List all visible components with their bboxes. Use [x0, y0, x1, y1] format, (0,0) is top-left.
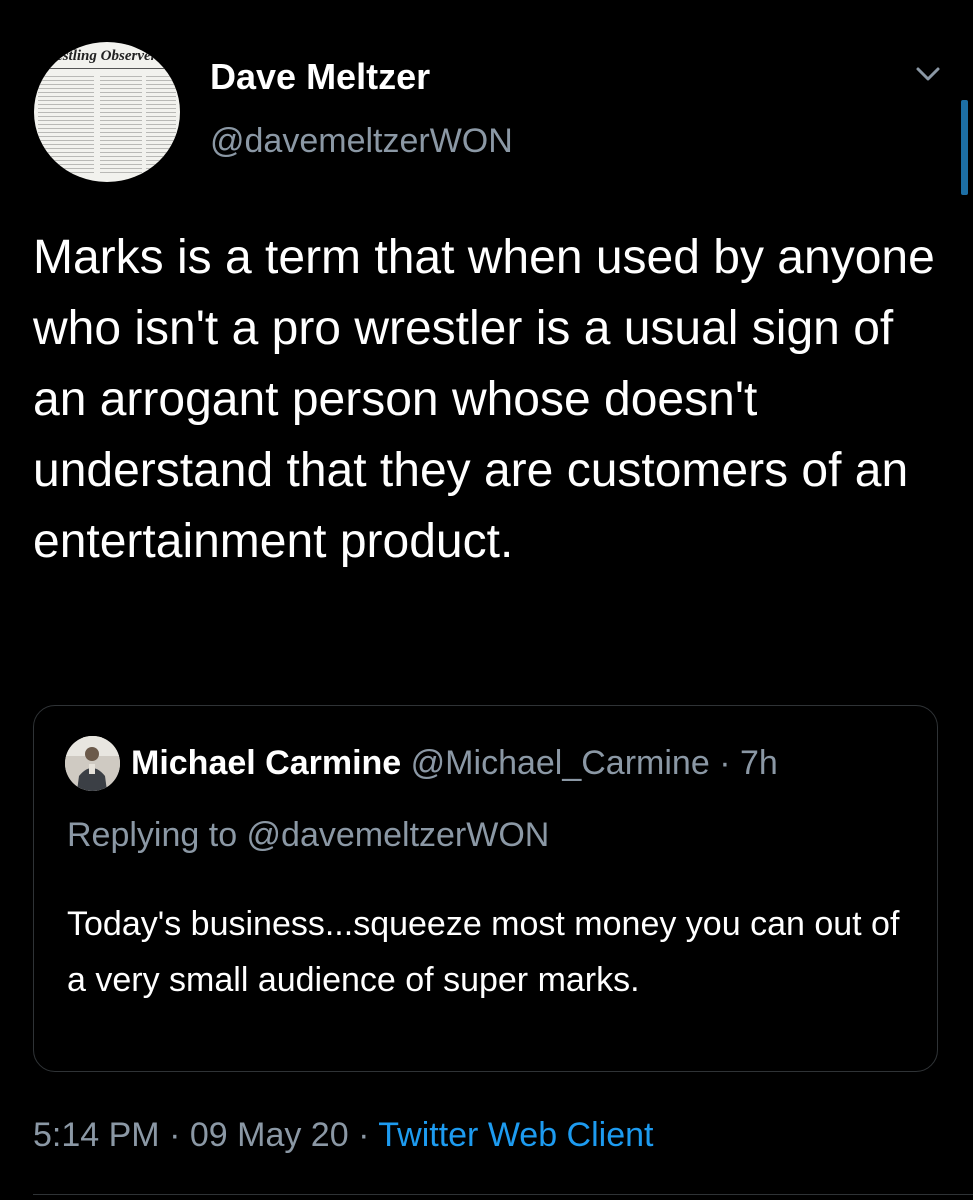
person-photo-icon: [65, 736, 120, 791]
divider: [33, 1194, 973, 1195]
scrollbar-thumb[interactable]: [961, 100, 968, 195]
replying-to-label: Replying to @davemeltzerWON: [67, 816, 550, 854]
author-avatar[interactable]: Wrestling Observer News: [34, 42, 180, 182]
separator-dot: ·: [358, 1116, 370, 1154]
tweet-metadata: 5:14 PM · 09 May 20 · Twitter Web Client: [33, 1116, 654, 1155]
avatar-column: [146, 76, 176, 174]
quoted-tweet-text: Today's business...squeeze most money yo…: [67, 905, 900, 999]
separator-dot: ·: [719, 744, 731, 782]
quoted-tweet[interactable]: Michael Carmine @Michael_Carmine · 7h Re…: [33, 705, 938, 1072]
quoted-author-handle[interactable]: @Michael_Carmine: [411, 744, 710, 782]
quoted-author-name[interactable]: Michael Carmine: [131, 744, 401, 782]
quoted-author-avatar: [65, 736, 120, 791]
tweet-text: Marks is a term that when used by anyone…: [33, 231, 935, 568]
tweet-time[interactable]: 5:14 PM: [33, 1116, 160, 1154]
author-handle[interactable]: @davemeltzerWON: [210, 122, 513, 161]
client-link[interactable]: Twitter Web Client: [378, 1116, 653, 1154]
separator-dot: ·: [169, 1116, 181, 1154]
avatar-column: [100, 76, 142, 174]
avatar-rule: [34, 68, 180, 69]
author-name[interactable]: Dave Meltzer: [210, 56, 430, 98]
chevron-down-icon[interactable]: [912, 62, 944, 86]
quoted-header: Michael Carmine @Michael_Carmine · 7h: [131, 744, 778, 783]
avatar-column: [38, 76, 94, 174]
quoted-timestamp[interactable]: 7h: [740, 744, 778, 782]
avatar-masthead-text: Wrestling Observer News: [38, 48, 180, 64]
tweet-detail: Wrestling Observer News Dave Meltzer @da…: [0, 0, 973, 1200]
tweet-date[interactable]: 09 May 20: [190, 1116, 349, 1154]
